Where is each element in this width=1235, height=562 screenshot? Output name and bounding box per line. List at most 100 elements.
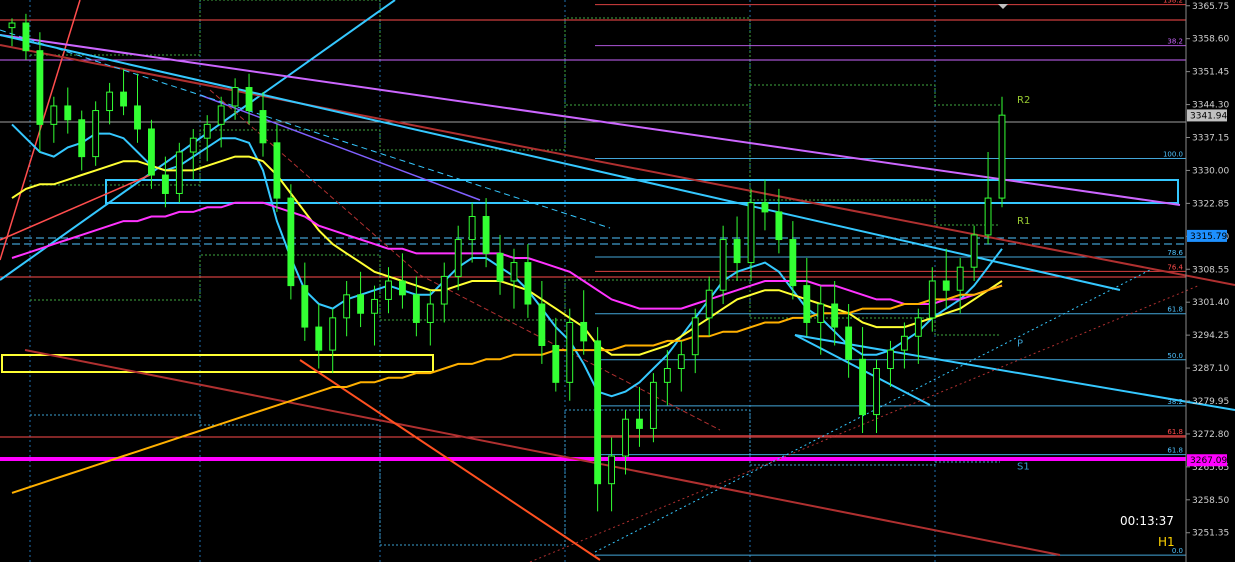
pivot-r2-steps xyxy=(30,0,1000,106)
candle-body-38 xyxy=(538,303,546,346)
axis-tick-label-0: 3365.75 xyxy=(1192,2,1229,12)
candle-body-61 xyxy=(859,358,866,416)
candle-body-20 xyxy=(287,197,295,287)
price-tag-label-2: 3267.09 xyxy=(1190,456,1227,466)
candle-body-21 xyxy=(301,285,309,328)
bar-countdown-timer: 00:13:37 xyxy=(1120,514,1174,528)
candle-body-24 xyxy=(343,294,351,319)
fib-level-label-2: 100.0 xyxy=(1163,150,1183,158)
candle-body-64 xyxy=(900,335,908,351)
price-axis: 3365.75 3358.60 3351.45 3344.30 3337.15 3330.… xyxy=(1185,0,1229,562)
candle-body-18 xyxy=(259,110,267,144)
axis-tick-label-1: 3358.60 xyxy=(1192,35,1229,45)
candle-body-35 xyxy=(496,252,504,282)
candle-body-15 xyxy=(217,105,225,125)
trend-darkred-down xyxy=(0,44,1235,286)
background-layer xyxy=(0,0,1186,562)
fib-level-label-7: 38.2 xyxy=(1167,398,1183,406)
candle-body-40 xyxy=(566,321,574,383)
candle-body-0 xyxy=(8,22,16,29)
candle-body-25 xyxy=(357,294,365,314)
pivot-label-r1: R1 xyxy=(1017,216,1030,227)
price-tag-label-0: 3341.94 xyxy=(1190,111,1227,121)
axis-tick-label-9: 3301.40 xyxy=(1192,298,1229,308)
fib-level-label-4: 76.4 xyxy=(1167,263,1183,271)
candle-body-34 xyxy=(482,216,490,254)
candle-body-32 xyxy=(454,239,462,277)
candle-body-28 xyxy=(398,280,406,296)
candle-body-9 xyxy=(134,105,141,130)
candle-body-62 xyxy=(873,368,880,416)
axis-tick-label-11: 3287.10 xyxy=(1192,364,1229,374)
trend-cyan-down xyxy=(0,34,1121,291)
candle-body-23 xyxy=(329,317,337,351)
candle-body-12 xyxy=(175,151,183,194)
axis-tick-label-8: 3308.55 xyxy=(1192,265,1229,275)
axis-tick-label-5: 3330.00 xyxy=(1192,166,1229,176)
candle-body-39 xyxy=(552,344,560,383)
candle-body-52 xyxy=(733,239,741,264)
pivot-label-r2: R2 xyxy=(1017,95,1030,106)
candle-body-8 xyxy=(120,91,127,107)
candle-body-66 xyxy=(928,280,936,319)
candle-body-54 xyxy=(761,202,769,213)
fib-level-label-0: 138.2 xyxy=(1163,0,1183,5)
trend-thin-red xyxy=(209,89,421,276)
pivot-label-s1: S1 xyxy=(1017,461,1030,472)
candle-body-65 xyxy=(914,317,922,337)
candle-body-45 xyxy=(636,418,643,429)
candle-body-7 xyxy=(106,91,114,112)
fib-level-label-6: 50.0 xyxy=(1167,352,1183,360)
ma-line-magenta xyxy=(11,201,1003,310)
candle-body-55 xyxy=(775,211,783,241)
candle-body-1 xyxy=(22,22,30,52)
candle-body-2 xyxy=(36,50,44,125)
candle-body-42 xyxy=(594,340,602,485)
candle-body-31 xyxy=(440,275,448,305)
candle-body-63 xyxy=(887,349,894,370)
pivot-s1-steps xyxy=(30,409,1000,546)
candle-body-44 xyxy=(622,418,629,457)
candle-body-26 xyxy=(371,298,378,314)
price-tag-label-1: 3315.79 xyxy=(1190,232,1227,242)
axis-tick-label-13: 3272.80 xyxy=(1192,430,1229,440)
candle-body-43 xyxy=(608,455,616,485)
drawing-objects xyxy=(0,0,1235,562)
fib-level-label-1: 38.2 xyxy=(1167,38,1183,46)
candle-body-58 xyxy=(817,303,825,323)
axis-tick-label-2: 3351.45 xyxy=(1192,68,1229,78)
candle-body-49 xyxy=(691,317,699,356)
chart-window: 3365.75 3358.60 3351.45 3344.30 3337.15 3330.… xyxy=(0,0,1235,562)
candle-body-50 xyxy=(705,289,713,319)
axis-tick-label-6: 3322.85 xyxy=(1192,199,1229,209)
scroll-marker-icon xyxy=(998,4,1008,9)
trend-darkred-lower xyxy=(24,349,1061,556)
fib-level-label-5: 61.8 xyxy=(1167,306,1183,314)
candle-body-67 xyxy=(942,280,950,291)
axis-tick-label-16: 3251.35 xyxy=(1192,529,1229,539)
candle-body-6 xyxy=(92,110,100,158)
candle-body-16 xyxy=(231,87,239,107)
candle-body-70 xyxy=(984,197,992,236)
fib-level-label-8: 61.8 xyxy=(1167,428,1183,436)
candle-body-48 xyxy=(677,354,685,370)
timeframe-label: H1 xyxy=(1158,535,1175,549)
candle-body-13 xyxy=(189,137,197,153)
candle-body-5 xyxy=(78,119,86,158)
candle-body-37 xyxy=(524,262,532,305)
candle-body-27 xyxy=(385,280,392,300)
pivot-label-p: P xyxy=(1017,339,1023,350)
candle-body-53 xyxy=(747,202,755,264)
candle-body-60 xyxy=(845,326,853,360)
candle-body-11 xyxy=(161,174,169,194)
candle-body-19 xyxy=(273,142,281,199)
candle-body-46 xyxy=(649,381,657,429)
candle-body-33 xyxy=(468,216,476,241)
candle-body-22 xyxy=(315,326,323,351)
price-chart[interactable]: 3365.75 3358.60 3351.45 3344.30 3337.15 3330.… xyxy=(0,0,1235,562)
candle-body-36 xyxy=(510,262,518,282)
candle-body-69 xyxy=(970,234,978,268)
candle-body-17 xyxy=(245,87,253,112)
axis-tick-label-4: 3337.15 xyxy=(1192,134,1229,144)
candle-body-4 xyxy=(64,105,72,121)
